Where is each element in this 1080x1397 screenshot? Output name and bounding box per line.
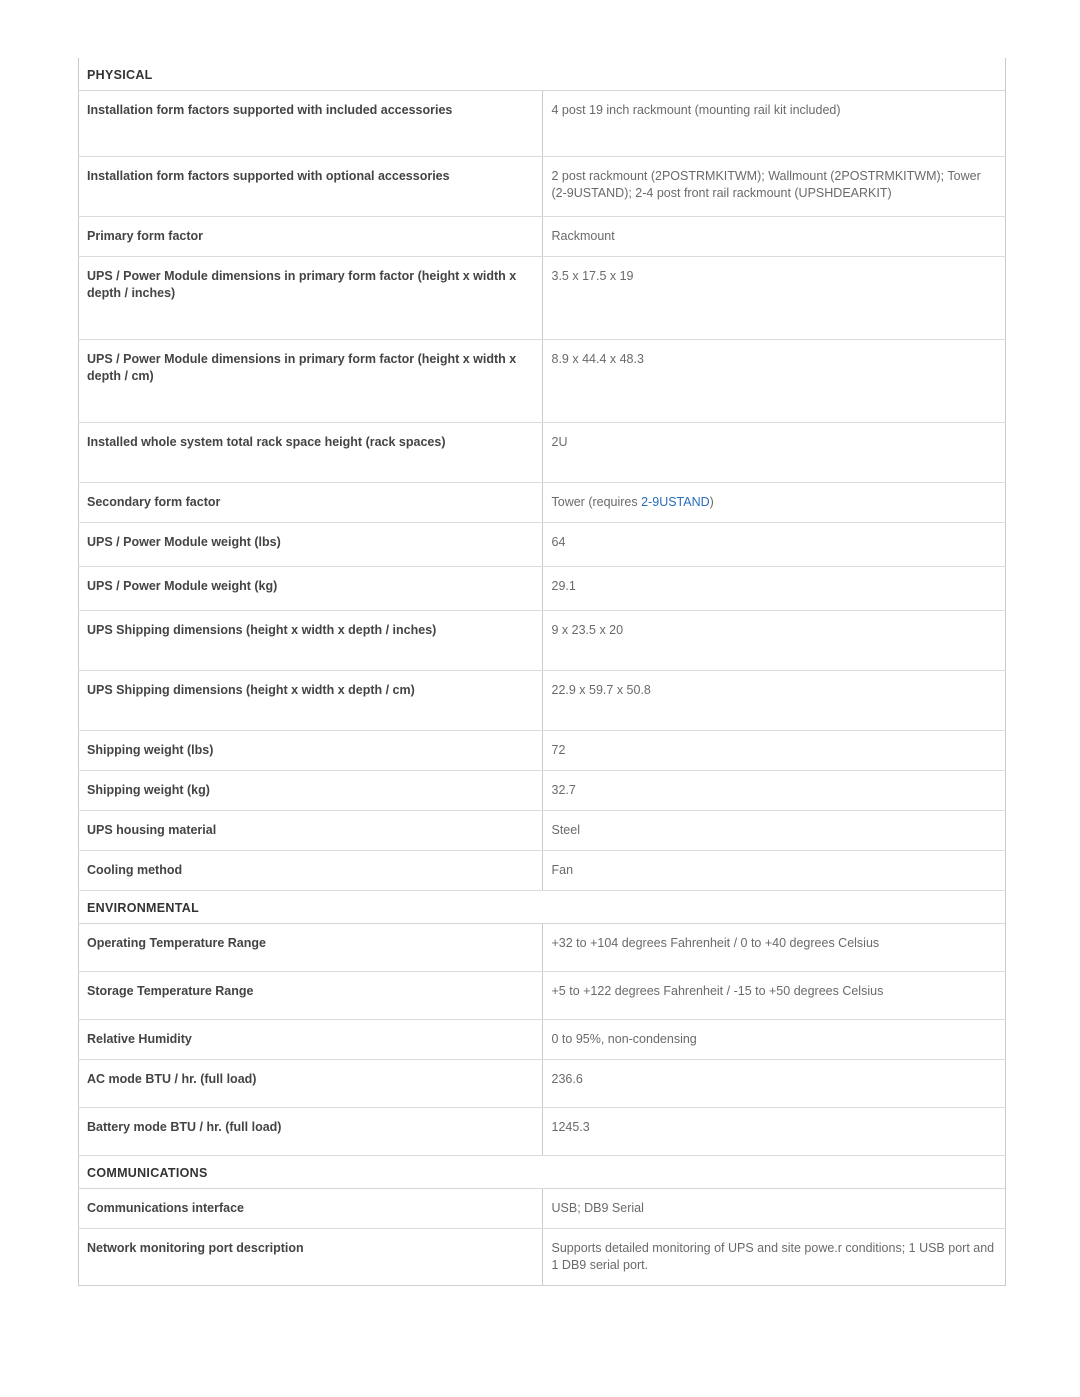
spec-value-cell: USB; DB9 Serial bbox=[542, 1188, 1006, 1229]
table-row: Installation form factors supported with… bbox=[78, 156, 1006, 217]
spec-value-text: Supports detailed monitoring of UPS and … bbox=[551, 1241, 995, 1272]
table-row: Communications interface USB; DB9 Serial bbox=[78, 1188, 1006, 1229]
spec-value-cell: 64 bbox=[542, 522, 1006, 567]
table-row: AC mode BTU / hr. (full load) 236.6 bbox=[78, 1059, 1006, 1108]
spec-label-cell: UPS Shipping dimensions (height x width … bbox=[78, 670, 543, 731]
spec-value-text: 32.7 bbox=[551, 783, 576, 797]
table-row: UPS Shipping dimensions (height x width … bbox=[78, 670, 1006, 731]
spec-label-cell: UPS housing material bbox=[78, 810, 543, 851]
spec-value-text: 9 x 23.5 x 20 bbox=[551, 623, 624, 637]
spec-value-text: Rackmount bbox=[551, 229, 615, 243]
spec-value-cell: 22.9 x 59.7 x 50.8 bbox=[542, 670, 1006, 731]
spec-value-link[interactable]: 2-9USTAND bbox=[641, 495, 710, 509]
spec-value-cell: 32.7 bbox=[542, 770, 1006, 811]
spec-value-cell: Supports detailed monitoring of UPS and … bbox=[542, 1228, 1006, 1286]
spec-value-text: USB; DB9 Serial bbox=[551, 1201, 644, 1215]
section-title: PHYSICAL bbox=[78, 58, 1006, 91]
table-row: UPS / Power Module weight (kg) 29.1 bbox=[78, 566, 1006, 611]
spec-value-cell: 8.9 x 44.4 x 48.3 bbox=[542, 339, 1006, 423]
table-row: UPS / Power Module dimensions in primary… bbox=[78, 256, 1006, 340]
spec-value-text: 4 post 19 inch rackmount (mounting rail … bbox=[551, 103, 841, 117]
spec-value-text: +32 to +104 degrees Fahrenheit / 0 to +4… bbox=[551, 936, 880, 950]
spec-value-text: 22.9 x 59.7 x 50.8 bbox=[551, 683, 651, 697]
spec-value-cell: +5 to +122 degrees Fahrenheit / -15 to +… bbox=[542, 971, 1006, 1020]
spec-value-cell: Tower (requires 2-9USTAND) bbox=[542, 482, 1006, 523]
table-row: Shipping weight (kg) 32.7 bbox=[78, 770, 1006, 811]
spec-value-suffix: ) bbox=[709, 495, 714, 509]
table-row: Relative Humidity 0 to 95%, non-condensin… bbox=[78, 1019, 1006, 1060]
section-title: ENVIRONMENTAL bbox=[78, 890, 1006, 924]
spec-value-cell: 72 bbox=[542, 730, 1006, 771]
spec-label-cell: Shipping weight (kg) bbox=[78, 770, 543, 811]
spec-value-cell: +32 to +104 degrees Fahrenheit / 0 to +4… bbox=[542, 923, 1006, 972]
spec-label-cell: Cooling method bbox=[78, 850, 543, 891]
table-row: UPS / Power Module dimensions in primary… bbox=[78, 339, 1006, 423]
spec-value-text: 29.1 bbox=[551, 579, 576, 593]
table-row: Shipping weight (lbs) 72 bbox=[78, 730, 1006, 771]
spec-value-cell: Fan bbox=[542, 850, 1006, 891]
spec-value-cell: 4 post 19 inch rackmount (mounting rail … bbox=[542, 90, 1006, 157]
section-title: COMMUNICATIONS bbox=[78, 1155, 1006, 1189]
spec-value-text: 236.6 bbox=[551, 1072, 583, 1086]
spec-label-cell: UPS / Power Module weight (lbs) bbox=[78, 522, 543, 567]
table-row: Network monitoring port description Suppo… bbox=[78, 1228, 1006, 1286]
spec-label-cell: UPS Shipping dimensions (height x width … bbox=[78, 610, 543, 671]
spec-value-cell: 9 x 23.5 x 20 bbox=[542, 610, 1006, 671]
spec-value-cell: 29.1 bbox=[542, 566, 1006, 611]
spec-value-cell: 2 post rackmount (2POSTRMKITWM); Wallmou… bbox=[542, 156, 1006, 217]
specification-table: PHYSICAL Installation form factors suppor… bbox=[78, 58, 1006, 1286]
spec-value-text: 0 to 95%, non-condensing bbox=[551, 1032, 697, 1046]
spec-label-cell: Storage Temperature Range bbox=[78, 971, 543, 1020]
section-header-row: PHYSICAL bbox=[78, 58, 1006, 91]
spec-value-text: Tower (requires 2-9USTAND) bbox=[552, 494, 996, 511]
spec-label-cell: Communications interface bbox=[78, 1188, 543, 1229]
table-row: Cooling method Fan bbox=[78, 850, 1006, 891]
spec-label-cell: Battery mode BTU / hr. (full load) bbox=[78, 1107, 543, 1156]
section-header-row: COMMUNICATIONS bbox=[78, 1155, 1006, 1189]
spec-value-cell: 3.5 x 17.5 x 19 bbox=[542, 256, 1006, 340]
spec-label-cell: Operating Temperature Range bbox=[78, 923, 543, 972]
spec-value-cell: Rackmount bbox=[542, 216, 1006, 257]
spec-label-cell: Relative Humidity bbox=[78, 1019, 543, 1060]
spec-value-text: Steel bbox=[551, 823, 581, 837]
spec-value-prefix: Tower (requires bbox=[551, 495, 642, 509]
table-row: Secondary form factor Tower (requires 2-9… bbox=[78, 482, 1006, 523]
spec-value-text: 72 bbox=[551, 743, 566, 757]
spec-value-text: +5 to +122 degrees Fahrenheit / -15 to +… bbox=[551, 984, 884, 998]
spec-value-text: 3.5 x 17.5 x 19 bbox=[551, 269, 634, 283]
spec-label-cell: Network monitoring port description bbox=[78, 1228, 543, 1286]
spec-label-cell: UPS / Power Module weight (kg) bbox=[78, 566, 543, 611]
table-row: Installation form factors supported with… bbox=[78, 90, 1006, 157]
spec-label-cell: Installed whole system total rack space … bbox=[78, 422, 543, 483]
spec-value-cell: 236.6 bbox=[542, 1059, 1006, 1108]
table-row: Primary form factor Rackmount bbox=[78, 216, 1006, 257]
spec-value-cell: 0 to 95%, non-condensing bbox=[542, 1019, 1006, 1060]
spec-label-cell: UPS / Power Module dimensions in primary… bbox=[78, 339, 543, 423]
spec-value-text: 2U bbox=[551, 435, 568, 449]
table-row: Storage Temperature Range +5 to +122 degr… bbox=[78, 971, 1006, 1020]
specification-table-container: PHYSICAL Installation form factors suppor… bbox=[78, 58, 1006, 1286]
spec-value-text: 1245.3 bbox=[551, 1120, 590, 1134]
spec-label-cell: AC mode BTU / hr. (full load) bbox=[78, 1059, 543, 1108]
spec-label-cell: Secondary form factor bbox=[78, 482, 543, 523]
spec-value-text: 64 bbox=[551, 535, 566, 549]
spec-label-cell: Primary form factor bbox=[78, 216, 543, 257]
spec-value-text: 8.9 x 44.4 x 48.3 bbox=[551, 352, 644, 366]
table-row: UPS / Power Module weight (lbs) 64 bbox=[78, 522, 1006, 567]
table-row: UPS Shipping dimensions (height x width … bbox=[78, 610, 1006, 671]
spec-value-cell: 1245.3 bbox=[542, 1107, 1006, 1156]
table-row: Operating Temperature Range +32 to +104 d… bbox=[78, 923, 1006, 972]
spec-label-cell: UPS / Power Module dimensions in primary… bbox=[78, 256, 543, 340]
spec-label-cell: Installation form factors supported with… bbox=[78, 90, 543, 157]
spec-label-cell: Installation form factors supported with… bbox=[78, 156, 543, 217]
spec-label-cell: Shipping weight (lbs) bbox=[78, 730, 543, 771]
section-header-row: ENVIRONMENTAL bbox=[78, 890, 1006, 924]
spec-value-text: Fan bbox=[551, 863, 574, 877]
spec-value-text: 2 post rackmount (2POSTRMKITWM); Wallmou… bbox=[551, 169, 981, 200]
spec-value-cell: Steel bbox=[542, 810, 1006, 851]
table-row: Battery mode BTU / hr. (full load) 1245.3 bbox=[78, 1107, 1006, 1156]
spec-value-cell: 2U bbox=[542, 422, 1006, 483]
table-row: Installed whole system total rack space … bbox=[78, 422, 1006, 483]
table-row: UPS housing material Steel bbox=[78, 810, 1006, 851]
